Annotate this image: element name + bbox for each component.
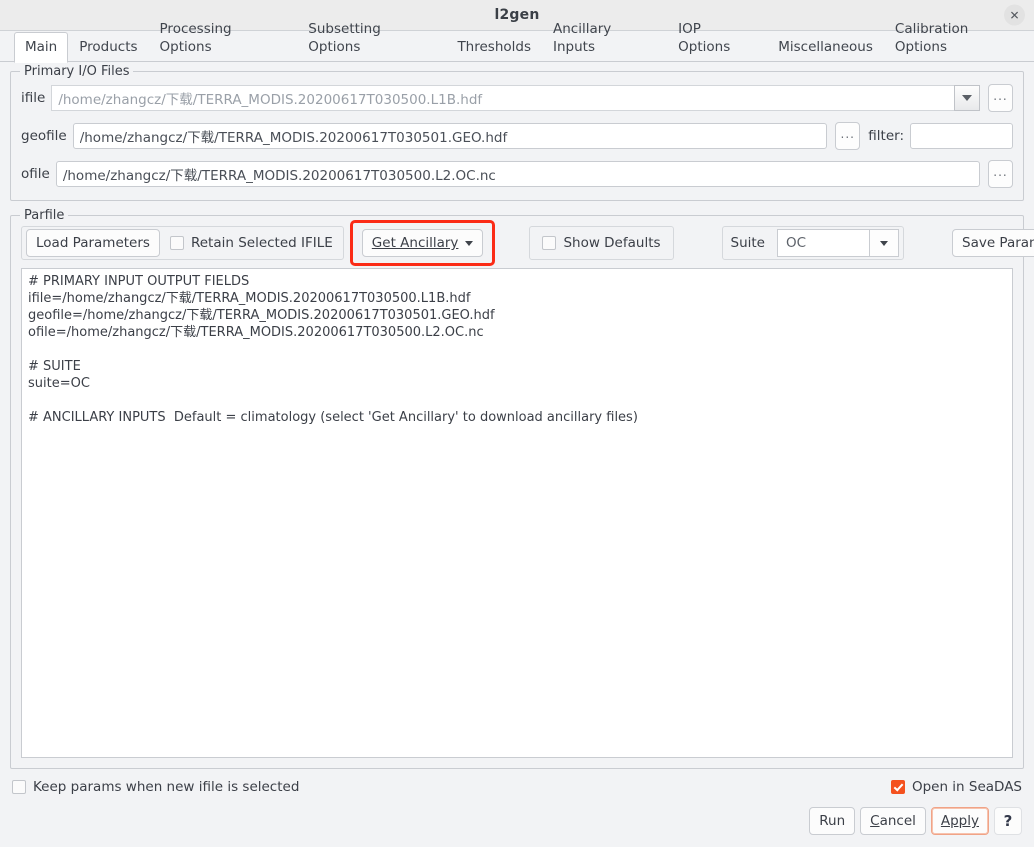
- ifile-label: ifile: [21, 90, 46, 106]
- chevron-down-icon: [962, 95, 972, 101]
- tab-ancillary-inputs[interactable]: Ancillary Inputs: [542, 14, 667, 62]
- open-in-seadas-checkbox[interactable]: Open in SeaDAS: [890, 779, 1022, 795]
- checkbox-box: [12, 780, 26, 794]
- show-defaults-label: Show Defaults: [563, 235, 661, 251]
- get-ancillary-label: Get Ancillary: [371, 235, 459, 251]
- load-parameters-group: Load Parameters Retain Selected IFILE: [21, 226, 344, 260]
- ifile-dropdown-arrow[interactable]: [954, 85, 980, 111]
- suite-value: OC: [777, 229, 869, 257]
- cancel-button[interactable]: Cancel: [860, 807, 926, 835]
- checkbox-box: [169, 236, 184, 250]
- geofile-browse-button[interactable]: ...: [835, 122, 861, 150]
- window-title: l2gen: [494, 7, 540, 23]
- primary-io-files-group: Primary I/O Files ifile ... geofile ... …: [10, 64, 1024, 201]
- load-parameters-button[interactable]: Load Parameters: [26, 229, 160, 257]
- tab-bar: Main Products Processing Options Subsett…: [0, 21, 1034, 63]
- tab-calibration-options[interactable]: Calibration Options: [884, 14, 1034, 62]
- ellipsis-icon: ...: [993, 89, 1008, 103]
- main-tab-panel: Primary I/O Files ifile ... geofile ... …: [0, 61, 1034, 847]
- ifile-input[interactable]: [51, 85, 954, 111]
- keep-params-checkbox[interactable]: Keep params when new ifile is selected: [12, 779, 299, 795]
- show-defaults-checkbox[interactable]: Show Defaults: [542, 235, 661, 251]
- primary-io-files-legend: Primary I/O Files: [20, 64, 134, 79]
- tab-products[interactable]: Products: [68, 32, 148, 62]
- footer-options-row: Keep params when new ifile is selected O…: [10, 779, 1024, 795]
- help-icon[interactable]: ?: [994, 807, 1022, 835]
- retain-selected-ifile-label: Retain Selected IFILE: [190, 235, 333, 251]
- geofile-row: geofile ... filter:: [21, 122, 1013, 150]
- geofile-label: geofile: [21, 128, 67, 144]
- tab-iop-options[interactable]: IOP Options: [667, 14, 767, 62]
- retain-selected-ifile-checkbox[interactable]: Retain Selected IFILE: [169, 235, 333, 251]
- tab-processing-options[interactable]: Processing Options: [149, 14, 298, 62]
- suite-dropdown-arrow[interactable]: [869, 229, 899, 257]
- ellipsis-icon: ...: [993, 165, 1008, 179]
- ifile-combobox[interactable]: [51, 85, 980, 111]
- checkbox-box: [890, 780, 905, 794]
- parfile-legend: Parfile: [20, 208, 69, 223]
- ifile-browse-button[interactable]: ...: [988, 84, 1013, 112]
- keep-params-label: Keep params when new ifile is selected: [33, 779, 300, 795]
- show-defaults-group: Show Defaults: [529, 226, 674, 260]
- save-parameters-button[interactable]: Save Parameters: [952, 229, 1034, 257]
- run-button[interactable]: Run: [809, 807, 856, 835]
- open-in-seadas-label: Open in SeaDAS: [911, 779, 1022, 795]
- parfile-group: Parfile Load Parameters Retain Selected …: [10, 208, 1034, 769]
- tab-miscellaneous[interactable]: Miscellaneous: [767, 32, 884, 62]
- parfile-toolbar: Load Parameters Retain Selected IFILE Ge…: [21, 220, 1034, 266]
- tab-thresholds[interactable]: Thresholds: [446, 32, 542, 62]
- tab-subsetting-options[interactable]: Subsetting Options: [297, 14, 446, 62]
- tab-main[interactable]: Main: [14, 32, 69, 63]
- cancel-mnemonic: C: [870, 813, 880, 829]
- chevron-down-icon: [880, 240, 888, 246]
- ellipsis-icon: ...: [840, 127, 855, 141]
- checkbox-box: [542, 236, 557, 250]
- chevron-down-icon: [465, 240, 474, 246]
- ofile-label: ofile: [21, 166, 50, 182]
- geofile-input[interactable]: [72, 123, 828, 149]
- suite-label: Suite: [730, 235, 765, 251]
- ofile-row: ofile ...: [21, 160, 1013, 188]
- cancel-label-rest: ancel: [879, 813, 916, 829]
- ofile-input[interactable]: [55, 161, 980, 187]
- get-ancillary-button[interactable]: Get Ancillary: [361, 229, 484, 257]
- suite-group: Suite OC: [721, 226, 904, 260]
- dialog-action-buttons: Run Cancel Apply ?: [10, 807, 1024, 835]
- filter-input[interactable]: [910, 123, 1013, 149]
- ofile-browse-button[interactable]: ...: [988, 160, 1013, 188]
- parfile-textarea[interactable]: # PRIMARY INPUT OUTPUT FIELDS ifile=/hom…: [21, 268, 1013, 758]
- suite-combobox[interactable]: OC: [777, 229, 899, 257]
- ifile-row: ifile ...: [21, 84, 1013, 112]
- apply-label: Apply: [940, 813, 979, 829]
- get-ancillary-highlight: Get Ancillary: [349, 220, 496, 266]
- filter-label: filter:: [868, 128, 904, 144]
- apply-button[interactable]: Apply: [930, 807, 989, 835]
